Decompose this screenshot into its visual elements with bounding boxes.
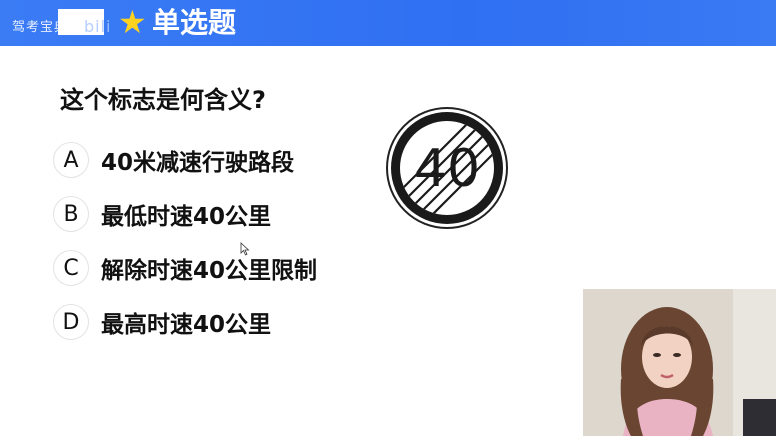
question-text: 这个标志是何含义? [60,86,266,114]
option-b[interactable]: B 最低时速40公里 [53,195,271,233]
option-label: 解除时速40公里限制 [101,258,318,284]
star-icon: ★ [118,3,147,41]
end-speed-limit-sign: 40 [386,107,508,229]
option-label: 最低时速40公里 [101,204,272,230]
option-label: 最高时速40公里 [101,312,272,338]
top-bar: 驾考宝典 bili ★ 单选题 [0,0,776,46]
option-letter: D [53,304,89,340]
presenter-webcam [583,289,776,436]
page-title: 单选题 [152,6,237,39]
option-c[interactable]: C 解除时速40公里限制 [53,249,317,287]
option-letter: C [53,250,89,286]
option-letter: A [53,142,89,178]
option-d[interactable]: D 最高时速40公里 [53,303,271,341]
presenter-image [583,289,776,436]
mouse-cursor-icon [240,242,250,256]
option-letter: B [53,196,89,232]
option-a[interactable]: A 40米减速行驶路段 [53,141,294,179]
watermark-logo: bili [84,17,112,36]
option-label: 40米减速行驶路段 [101,150,295,176]
